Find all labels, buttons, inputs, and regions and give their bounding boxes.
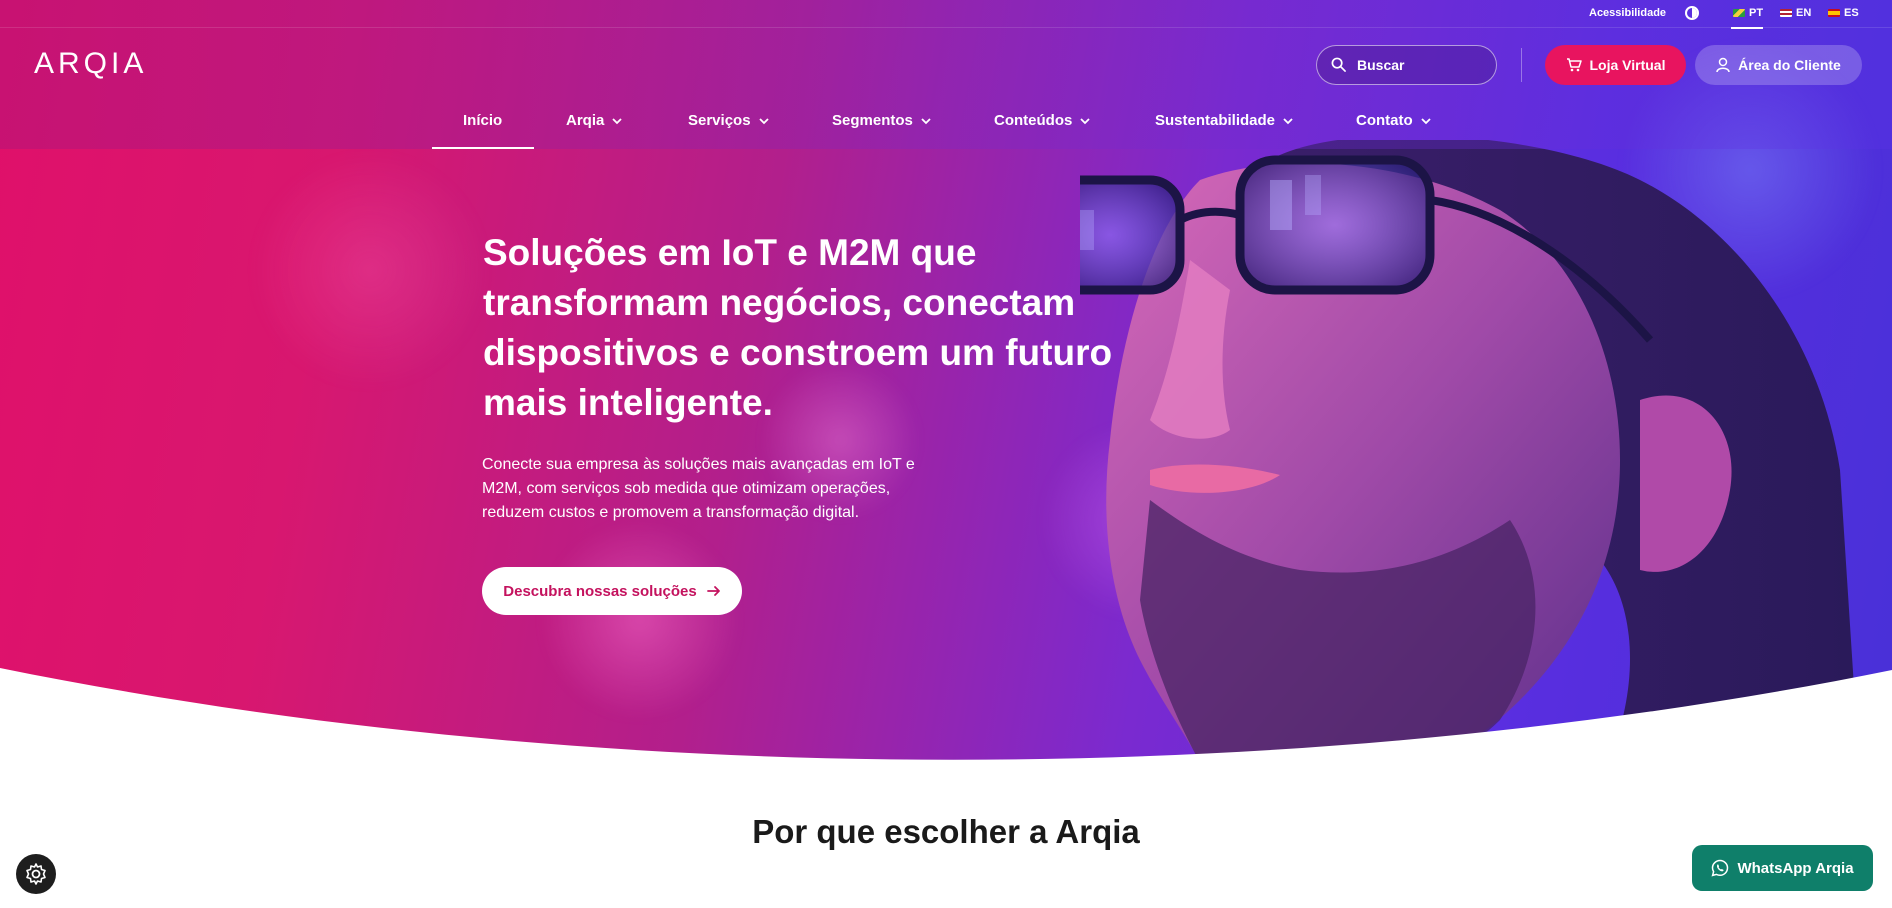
whatsapp-label: WhatsApp Arqia — [1737, 859, 1854, 877]
section-title: Por que escolher a Arqia — [752, 813, 1140, 850]
chevron-down-icon — [758, 117, 769, 124]
chevron-down-icon — [1283, 117, 1293, 124]
nav-item-arqia[interactable]: Arqia — [566, 112, 622, 129]
language-code: PT — [1749, 7, 1764, 19]
whatsapp-icon — [1711, 859, 1729, 877]
page: Acessibilidade PT EN ES ARQIA Loj — [0, 0, 1892, 908]
language-pt[interactable]: PT — [1733, 5, 1763, 21]
nav-active-indicator — [432, 147, 534, 149]
hero-title: Soluções em IoT e M2M que transformam ne… — [483, 232, 1113, 423]
chevron-down-icon — [1421, 117, 1431, 124]
cart-icon — [1566, 58, 1582, 72]
search-box[interactable] — [1316, 45, 1497, 85]
arqia-logo[interactable]: ARQIA — [34, 47, 147, 81]
utility-bar: Acessibilidade PT EN ES — [0, 0, 1892, 29]
chevron-down-icon — [1080, 117, 1090, 124]
language-en[interactable]: EN — [1780, 5, 1811, 21]
chevron-down-icon — [921, 117, 931, 124]
chevron-down-icon — [612, 117, 622, 124]
nav-item-segmentos[interactable]: Segmentos — [832, 112, 931, 129]
spain-flag-icon — [1828, 9, 1840, 17]
nav-item-contato[interactable]: Contato — [1356, 112, 1431, 129]
search-icon — [1331, 57, 1346, 72]
language-code: ES — [1844, 7, 1859, 19]
nav-label: Conteúdos — [994, 112, 1073, 129]
bokeh-light — [540, 520, 740, 720]
accessibility-link[interactable]: Acessibilidade — [1589, 7, 1666, 19]
nav-label: Contato — [1356, 112, 1413, 129]
client-area-label: Área do Cliente — [1738, 57, 1841, 73]
nav-item-servicos[interactable]: Serviços — [688, 112, 769, 129]
active-language-indicator — [1731, 27, 1763, 29]
language-es[interactable]: ES — [1828, 5, 1859, 21]
nav-label: Segmentos — [832, 112, 913, 129]
nav-label: Sustentabilidade — [1155, 112, 1276, 129]
nav-item-sustentabilidade[interactable]: Sustentabilidade — [1155, 112, 1293, 129]
nav-label: Arqia — [566, 112, 605, 129]
discover-solutions-label: Descubra nossas soluções — [503, 582, 697, 600]
search-input[interactable] — [1357, 55, 1487, 75]
language-code: EN — [1796, 7, 1812, 19]
cookie-settings-button[interactable] — [16, 854, 56, 894]
virtual-store-button[interactable]: Loja Virtual — [1545, 45, 1686, 85]
gear-icon — [26, 863, 46, 885]
nav-label: Serviços — [688, 112, 751, 129]
hero-portrait-image — [1080, 140, 1859, 760]
header-divider — [1521, 48, 1522, 82]
hero-subtitle: Conecte sua empresa às soluções mais ava… — [482, 456, 915, 521]
virtual-store-label: Loja Virtual — [1589, 57, 1666, 73]
bokeh-light — [250, 150, 490, 390]
brazil-flag-icon — [1733, 9, 1745, 17]
nav-label: Início — [463, 112, 503, 129]
nav-item-conteudos[interactable]: Conteúdos — [994, 112, 1090, 129]
contrast-toggle-icon[interactable] — [1685, 6, 1699, 20]
client-area-button[interactable]: Área do Cliente — [1695, 45, 1862, 85]
discover-solutions-button[interactable]: Descubra nossas soluções — [482, 567, 742, 615]
usa-flag-icon — [1780, 9, 1792, 17]
user-icon — [1716, 57, 1730, 73]
whatsapp-button[interactable]: WhatsApp Arqia — [1692, 845, 1873, 891]
arrow-right-icon — [706, 586, 720, 596]
nav-item-inicio[interactable]: Início — [463, 112, 502, 129]
